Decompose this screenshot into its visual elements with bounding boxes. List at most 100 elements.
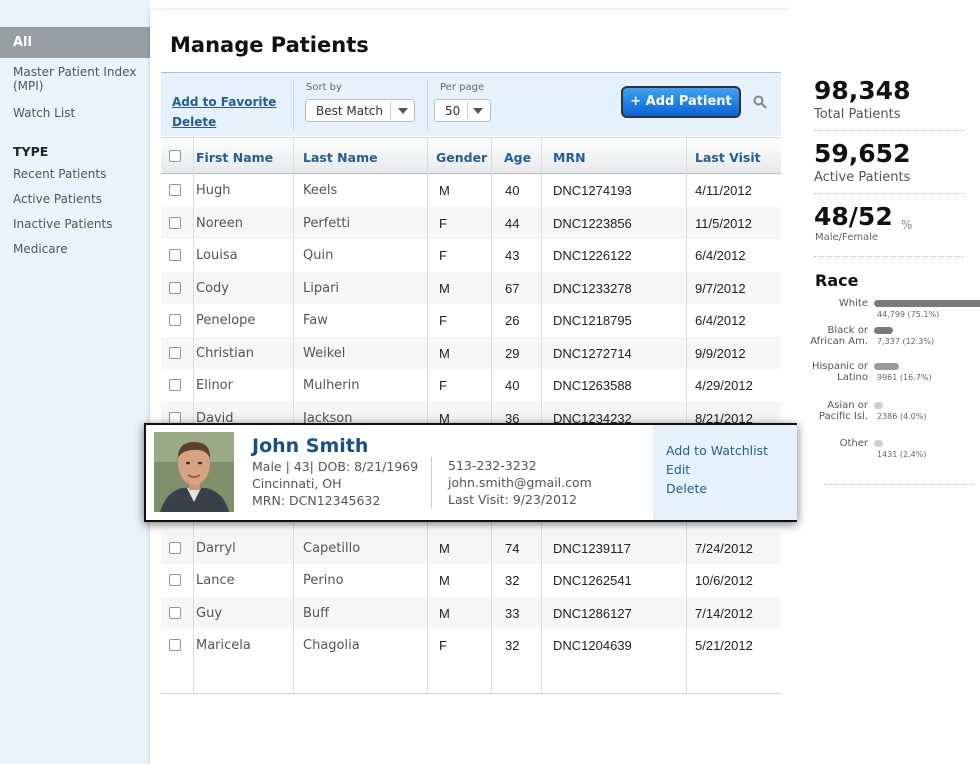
table-row[interactable]: Lance Perino M 32 DNC1262541 10/6/2012 bbox=[161, 564, 781, 597]
column-header-last-name[interactable]: Last Name bbox=[303, 150, 378, 165]
table-row[interactable]: Louisa Quin F 43 DNC1226122 6/4/2012 bbox=[161, 239, 781, 272]
cell-mrn: DNC1262541 bbox=[553, 573, 632, 588]
row-checkbox[interactable] bbox=[169, 281, 181, 294]
table-row[interactable]: Darryl Capetillo M 74 DNC1239117 7/24/2012 bbox=[161, 531, 781, 564]
sidebar-item-watch-list[interactable]: Watch List bbox=[13, 106, 138, 120]
sidebar-item-active-patients[interactable]: Active Patients bbox=[13, 192, 138, 206]
row-checkbox[interactable] bbox=[169, 411, 181, 424]
cell-first-name: Christian bbox=[196, 345, 254, 361]
race-bar bbox=[874, 402, 883, 409]
patient-popup-card: John Smith Male | 43| DOB: 8/21/1969 Cin… bbox=[144, 423, 797, 522]
cell-mrn: DNC1274193 bbox=[553, 183, 632, 198]
delete-patient-link[interactable]: Delete bbox=[666, 481, 707, 496]
cell-gender: M bbox=[439, 280, 450, 296]
cell-last-visit: 9/7/2012 bbox=[695, 280, 746, 296]
sidebar-item-recent-patients[interactable]: Recent Patients bbox=[13, 167, 138, 181]
race-label: Other bbox=[839, 438, 868, 449]
column-header-gender[interactable]: Gender bbox=[436, 150, 487, 165]
cell-last-name: Perino bbox=[303, 573, 344, 588]
delete-link[interactable]: Delete bbox=[172, 115, 216, 129]
table-row[interactable]: Maricela Chagolia F 32 DNC1204639 5/21/2012 bbox=[161, 629, 781, 662]
table-row[interactable]: Noreen Perfetti F 44 DNC1223856 11/5/2012 bbox=[161, 206, 781, 239]
cell-last-name: Buff bbox=[303, 605, 330, 621]
sort-by-value: Best Match bbox=[316, 104, 384, 118]
table-row[interactable]: Penelope Faw F 26 DNC1218795 6/4/2012 bbox=[161, 304, 781, 337]
cell-gender: M bbox=[439, 605, 450, 621]
sidebar-item-mpi[interactable]: Master Patient Index (MPI) bbox=[13, 65, 138, 93]
cell-gender: F bbox=[439, 248, 447, 263]
cell-age: 40 bbox=[505, 183, 520, 198]
row-checkbox[interactable] bbox=[169, 574, 181, 586]
sidebar-item-medicare[interactable]: Medicare bbox=[13, 242, 138, 256]
row-checkbox[interactable] bbox=[169, 249, 181, 261]
row-checkbox[interactable] bbox=[169, 314, 181, 326]
cell-gender: M bbox=[439, 183, 450, 198]
cell-mrn: DNC1272714 bbox=[553, 345, 632, 361]
row-checkbox[interactable] bbox=[169, 184, 181, 196]
cell-last-visit: 9/9/2012 bbox=[695, 345, 746, 361]
table-row[interactable]: Cody Lipari M 67 DNC1233278 9/7/2012 bbox=[161, 271, 781, 304]
cell-age: 32 bbox=[505, 638, 520, 653]
cell-mrn: DNC1226122 bbox=[553, 248, 632, 263]
edit-link[interactable]: Edit bbox=[666, 462, 690, 477]
patient-last-visit: Last Visit: 9/23/2012 bbox=[448, 492, 577, 507]
table-row[interactable]: Christian Weikel M 29 DNC1272714 9/9/2012 bbox=[161, 336, 781, 369]
table-row[interactable]: Guy Buff M 33 DNC1286127 7/14/2012 bbox=[161, 596, 781, 629]
cell-gender: F bbox=[439, 313, 447, 328]
main-panel: Manage Patients Add to Favorite Delete S… bbox=[150, 10, 791, 764]
cell-gender: M bbox=[439, 573, 450, 588]
cell-last-name: Perfetti bbox=[303, 215, 351, 231]
cell-last-visit: 4/11/2012 bbox=[695, 183, 752, 198]
race-value: 1431 (2.4%) bbox=[877, 450, 927, 459]
race-value: 2386 (4.0%) bbox=[877, 412, 927, 421]
cell-gender: F bbox=[439, 378, 447, 393]
sidebar-item-inactive-patients[interactable]: Inactive Patients bbox=[13, 217, 138, 231]
row-checkbox[interactable] bbox=[169, 379, 181, 391]
row-checkbox[interactable] bbox=[169, 346, 181, 359]
race-label: Black or African Am. bbox=[810, 325, 868, 347]
patient-location: Cincinnati, OH bbox=[252, 476, 342, 491]
cell-last-name: Weikel bbox=[303, 345, 346, 361]
cell-mrn: DNC1223856 bbox=[553, 215, 632, 231]
patient-phone: 513-232-3232 bbox=[448, 458, 537, 473]
cell-last-name: Quin bbox=[303, 248, 334, 263]
total-patients-label: Total Patients bbox=[814, 107, 901, 122]
patient-mrn: MRN: DCN12345632 bbox=[252, 493, 381, 508]
ratio-percent-unit: % bbox=[901, 218, 913, 232]
race-value: 9961 (16.7%) bbox=[877, 373, 932, 382]
column-header-age[interactable]: Age bbox=[504, 150, 531, 165]
cell-age: 29 bbox=[505, 345, 520, 361]
cell-first-name: Lance bbox=[196, 573, 235, 588]
select-all-checkbox[interactable] bbox=[169, 150, 181, 162]
sidebar-item-all[interactable]: All bbox=[0, 27, 150, 58]
cell-mrn: DNC1263588 bbox=[553, 378, 632, 393]
cell-first-name: Noreen bbox=[196, 215, 243, 231]
add-patient-button[interactable]: + Add Patient bbox=[621, 86, 741, 118]
table-row[interactable]: Elinor Mulherin F 40 DNC1263588 4/29/2012 bbox=[161, 369, 781, 402]
cell-last-visit: 11/5/2012 bbox=[695, 215, 752, 231]
row-checkbox[interactable] bbox=[169, 541, 181, 554]
row-checkbox[interactable] bbox=[169, 606, 181, 619]
column-header-first-name[interactable]: First Name bbox=[196, 150, 273, 165]
sidebar-type-heading: TYPE bbox=[13, 144, 49, 159]
add-to-favorite-link[interactable]: Add to Favorite bbox=[172, 95, 276, 109]
row-checkbox[interactable] bbox=[169, 639, 181, 651]
cell-last-visit: 4/29/2012 bbox=[695, 378, 753, 393]
search-icon[interactable] bbox=[753, 95, 767, 109]
column-header-mrn[interactable]: MRN bbox=[553, 150, 586, 165]
table-row[interactable]: Hugh Keels M 40 DNC1274193 4/11/2012 bbox=[161, 174, 781, 207]
cell-age: 40 bbox=[505, 378, 520, 393]
column-header-last-visit[interactable]: Last Visit bbox=[695, 150, 761, 165]
sort-by-select[interactable]: Best Match bbox=[305, 99, 415, 122]
toolbar-divider bbox=[427, 80, 428, 130]
race-label: White bbox=[838, 298, 868, 309]
row-checkbox[interactable] bbox=[169, 216, 181, 229]
cell-first-name: Hugh bbox=[196, 183, 231, 198]
race-value: 7,337 (12.3%) bbox=[877, 337, 935, 346]
cell-last-visit: 7/14/2012 bbox=[695, 605, 753, 621]
per-page-select[interactable]: 50 bbox=[434, 99, 491, 122]
cell-mrn: DNC1239117 bbox=[553, 540, 631, 556]
stats-panel: 98,348 Total Patients 59,652 Active Pati… bbox=[791, 0, 980, 764]
cell-age: 26 bbox=[505, 313, 520, 328]
add-to-watchlist-link[interactable]: Add to Watchlist bbox=[666, 443, 768, 458]
